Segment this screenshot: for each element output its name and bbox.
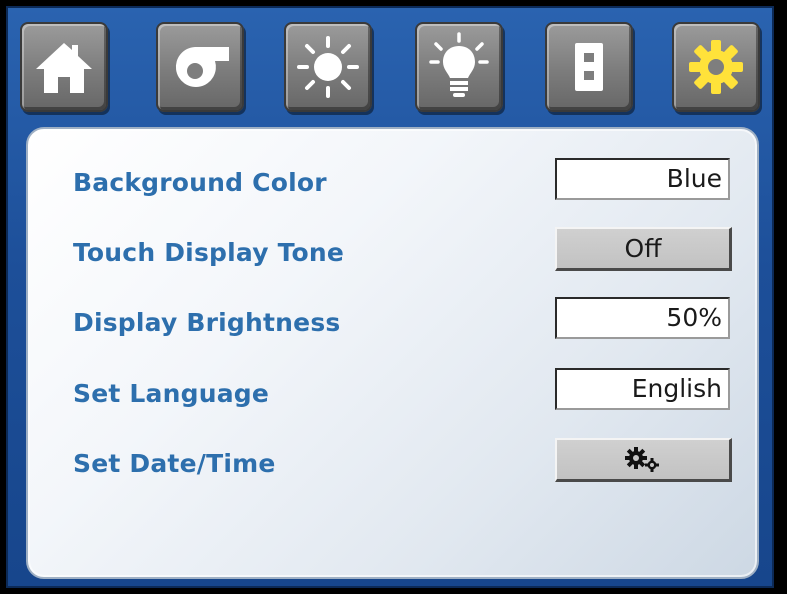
touch-display-tone-label: Touch Display Tone — [73, 238, 345, 267]
tab-blower[interactable] — [156, 22, 244, 112]
app-window: Background Color Blue Touch Display Tone… — [6, 6, 774, 588]
tab-settings[interactable] — [672, 22, 760, 112]
gears-icon — [625, 446, 659, 472]
switch-icon — [575, 43, 603, 91]
display-brightness-field[interactable]: 50% — [555, 297, 730, 339]
tab-switch[interactable] — [545, 22, 633, 112]
tab-sun[interactable] — [284, 22, 372, 112]
sun-icon — [297, 36, 359, 98]
tab-home[interactable] — [20, 22, 108, 112]
home-icon — [36, 43, 92, 93]
touch-display-tone-button[interactable]: Off — [555, 227, 732, 271]
tab-lightbulb[interactable] — [415, 22, 503, 112]
top-tab-bar — [8, 8, 772, 126]
set-date-time-label: Set Date/Time — [73, 449, 276, 478]
settings-panel: Background Color Blue Touch Display Tone… — [26, 127, 759, 579]
display-brightness-label: Display Brightness — [73, 308, 341, 337]
blower-icon — [175, 47, 229, 87]
background-color-label: Background Color — [73, 168, 327, 197]
set-date-time-button[interactable] — [555, 438, 732, 482]
background-color-field[interactable]: Blue — [555, 158, 730, 200]
set-language-field[interactable]: English — [555, 368, 730, 410]
lightbulb-icon — [429, 32, 489, 97]
set-language-label: Set Language — [73, 379, 270, 408]
gear-icon — [689, 40, 743, 94]
